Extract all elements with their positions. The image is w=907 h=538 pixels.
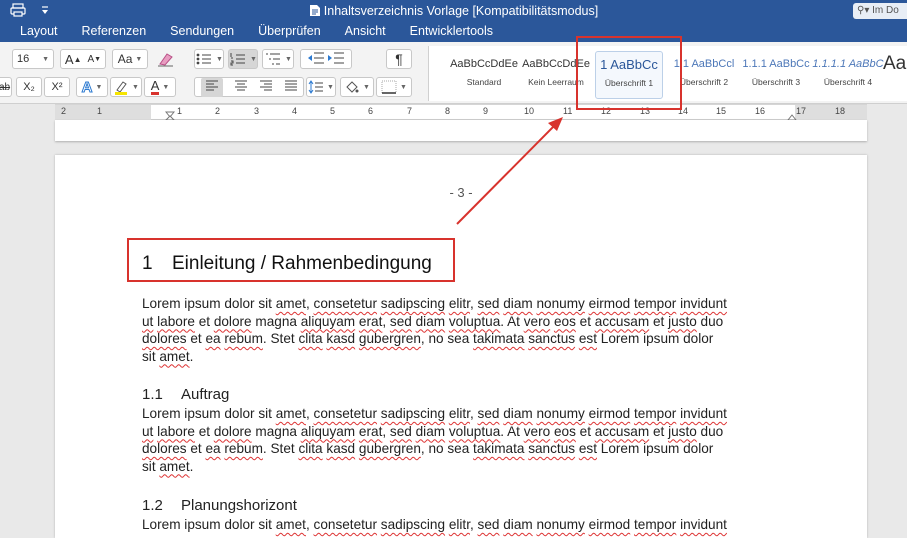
- annotation-arrow: [456, 117, 563, 225]
